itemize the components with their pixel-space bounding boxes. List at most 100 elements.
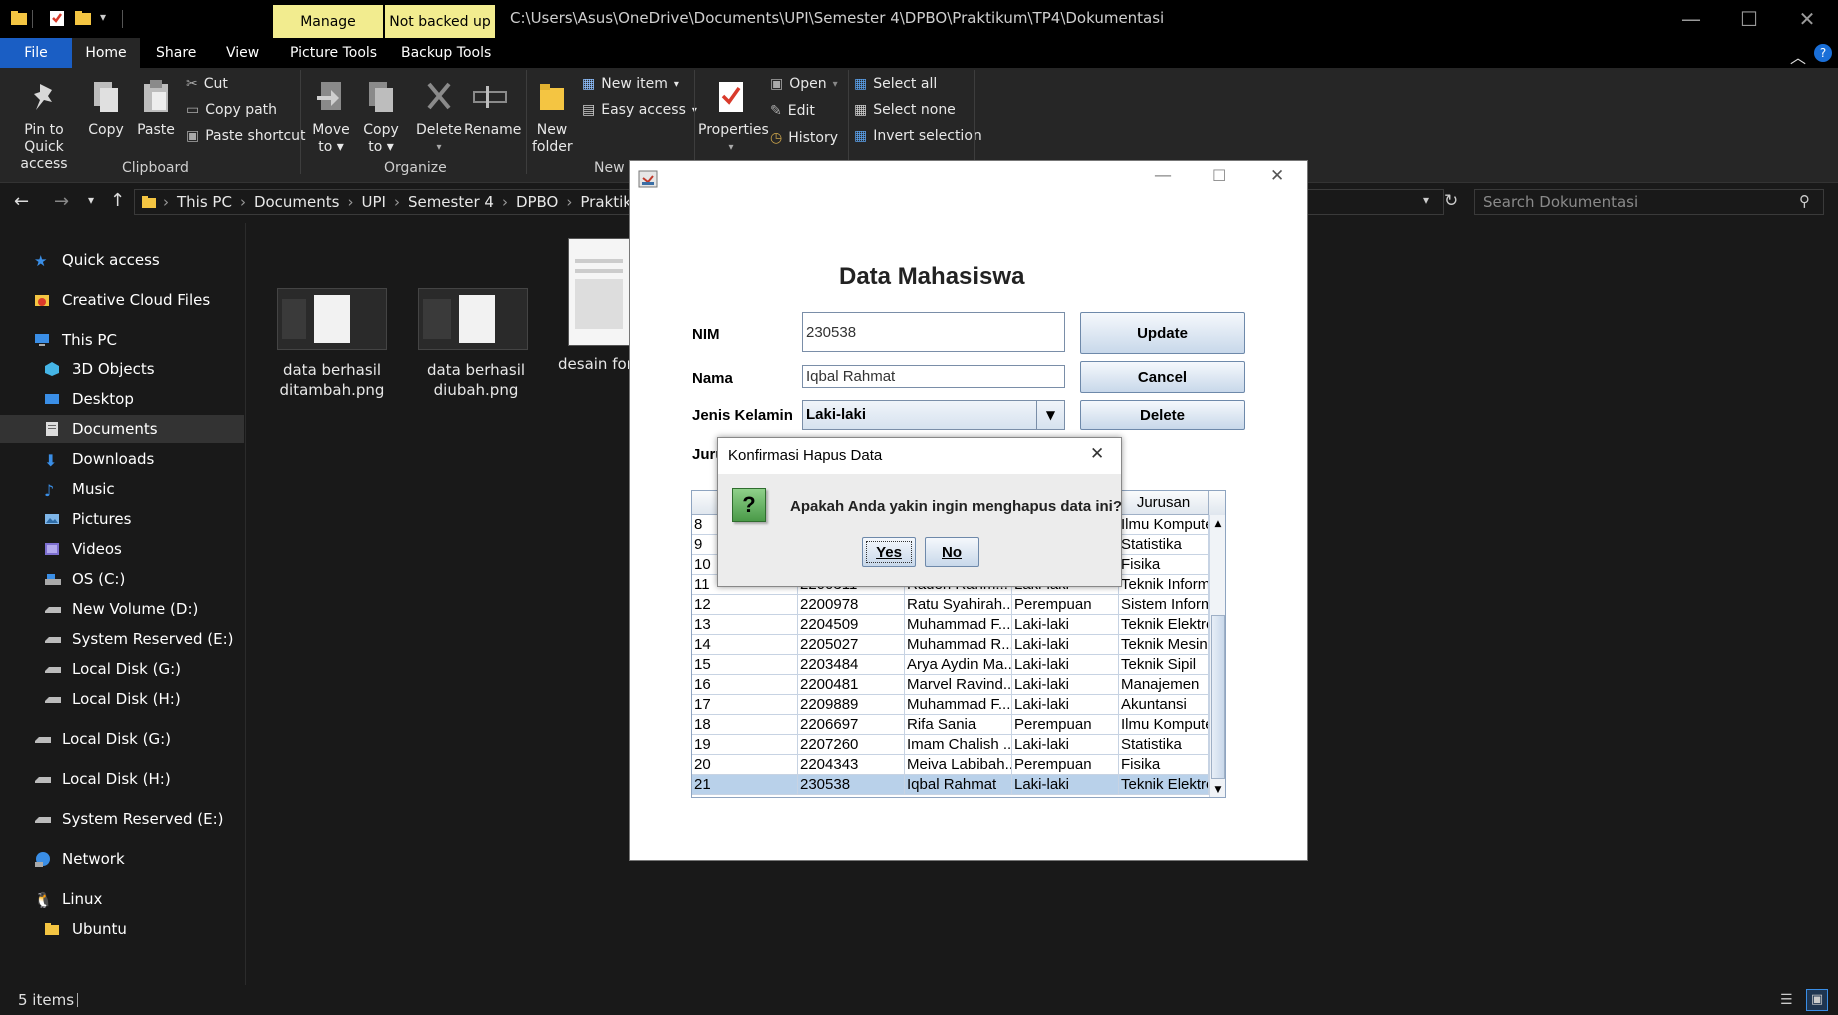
- context-tab-not-backed-up[interactable]: Not backed up: [385, 5, 495, 38]
- recent-locations-icon[interactable]: ▾: [88, 193, 94, 207]
- scroll-down-icon[interactable]: ▼: [1210, 781, 1225, 797]
- crumb-upi[interactable]: UPI: [361, 193, 385, 211]
- context-tab-manage[interactable]: Manage: [273, 5, 383, 38]
- cut-button[interactable]: ✂ Cut: [186, 76, 228, 92]
- table-header-jurusan[interactable]: Jurusan: [1119, 491, 1209, 515]
- tab-view[interactable]: View: [214, 38, 271, 68]
- update-button[interactable]: Update: [1080, 312, 1245, 354]
- table-row[interactable]: 17 2209889 Muhammad F... Laki-laki Akuntansi: [692, 695, 1225, 715]
- up-arrow-icon[interactable]: ↑: [110, 190, 125, 211]
- sidebar-item-linux[interactable]: 🐧 Linux: [0, 885, 244, 913]
- sidebar-item-ubuntu[interactable]: Ubuntu: [0, 915, 244, 943]
- tab-share[interactable]: Share: [144, 38, 208, 68]
- sidebar-item-network[interactable]: Network: [0, 845, 244, 873]
- file-item[interactable]: data berhasil diubah.png: [418, 288, 546, 400]
- sidebar-item-videos[interactable]: Videos: [0, 535, 244, 563]
- refresh-icon[interactable]: ↻: [1444, 191, 1458, 211]
- back-arrow-icon[interactable]: ←: [14, 191, 29, 212]
- sidebar-item-this-pc[interactable]: This PC: [0, 326, 244, 354]
- table-row[interactable]: 19 2207260 Imam Chalish ... Laki-laki Statis…: [692, 735, 1225, 755]
- table-row[interactable]: 18 2206697 Rifa Sania Perempuan Ilmu Kompute…: [692, 715, 1225, 735]
- crumb-semester-4[interactable]: Semester 4: [408, 193, 494, 211]
- crumb-documents[interactable]: Documents: [254, 193, 340, 211]
- sidebar-item-system-reserved-e-2[interactable]: System Reserved (E:): [0, 805, 244, 833]
- minimize-button[interactable]: —: [1662, 0, 1720, 38]
- large-icons-view-icon[interactable]: ▣: [1806, 989, 1828, 1011]
- close-icon[interactable]: ✕: [1090, 444, 1104, 464]
- jenis-kelamin-select[interactable]: Laki-laki ▼: [802, 400, 1065, 430]
- table-row[interactable]: 12 2200978 Ratu Syahirah... Perempuan Sistem…: [692, 595, 1225, 615]
- forward-arrow-icon[interactable]: →: [54, 191, 69, 212]
- table-scrollbar[interactable]: ▲ ▼: [1209, 515, 1225, 797]
- scroll-up-icon[interactable]: ▲: [1210, 515, 1225, 533]
- sidebar-item-local-disk-g[interactable]: Local Disk (G:): [0, 655, 244, 683]
- copy-button[interactable]: Copy: [86, 78, 126, 139]
- sidebar-item-pictures[interactable]: Pictures: [0, 505, 244, 533]
- sidebar-item-local-disk-h[interactable]: Local Disk (H:): [0, 685, 244, 713]
- sidebar-item-3d-objects[interactable]: 3D Objects: [0, 355, 244, 383]
- new-item-button[interactable]: ▦ New item ▾: [582, 76, 679, 92]
- crumb-this-pc[interactable]: This PC: [177, 193, 232, 211]
- table-row[interactable]: 20 2204343 Meiva Labibah... Perempuan Fisika: [692, 755, 1225, 775]
- move-to-button[interactable]: Move to ▾: [310, 78, 352, 156]
- easy-access-button[interactable]: ▤Easy access▾: [582, 102, 697, 118]
- pin-to-quick-access-button[interactable]: Pin to Quick access: [4, 78, 84, 173]
- copy-path-button[interactable]: ▭ Copy path: [186, 102, 277, 118]
- help-icon[interactable]: ?: [1814, 44, 1832, 62]
- paste-button[interactable]: Paste: [136, 78, 176, 139]
- sidebar-item-documents[interactable]: Documents: [0, 415, 244, 443]
- scroll-thumb[interactable]: [1211, 615, 1225, 779]
- minimize-button[interactable]: —: [1154, 165, 1172, 186]
- address-dropdown-icon[interactable]: ▾: [1423, 193, 1429, 207]
- invert-selection-button[interactable]: ▦ Invert selection: [854, 128, 982, 144]
- sidebar-item-os-c[interactable]: OS (C:): [0, 565, 244, 593]
- file-item[interactable]: data berhasil ditambah.png: [276, 288, 402, 400]
- sidebar-item-music[interactable]: ♪ Music: [0, 475, 244, 503]
- table-row[interactable]: 21 230538 Iqbal Rahmat Laki-laki Teknik Elek…: [692, 775, 1225, 795]
- sidebar-item-downloads[interactable]: ⬇ Downloads: [0, 445, 244, 473]
- table-row[interactable]: 14 2205027 Muhammad R... Laki-laki Teknik Me…: [692, 635, 1225, 655]
- select-all-button[interactable]: ▦ Select all: [854, 76, 937, 92]
- table-row[interactable]: 13 2204509 Muhammad F... Laki-laki Teknik El…: [692, 615, 1225, 635]
- search-input[interactable]: Search Dokumentasi ⚲: [1474, 189, 1824, 215]
- folder-icon[interactable]: [10, 9, 28, 27]
- rename-button[interactable]: Rename: [464, 78, 521, 139]
- delete-button[interactable]: Delete: [1080, 400, 1245, 430]
- maximize-button[interactable]: ☐: [1212, 166, 1226, 185]
- yes-button[interactable]: Yes: [862, 537, 916, 567]
- maximize-button[interactable]: ☐: [1720, 0, 1778, 38]
- close-button[interactable]: ✕: [1778, 0, 1836, 38]
- sidebar-item-system-reserved-e[interactable]: System Reserved (E:): [0, 625, 244, 653]
- sidebar-item-new-volume-d[interactable]: New Volume (D:): [0, 595, 244, 623]
- chevron-down-icon[interactable]: ▼: [1036, 401, 1064, 429]
- close-button[interactable]: ✕: [1270, 166, 1284, 186]
- tab-home[interactable]: Home: [72, 38, 140, 68]
- edit-button[interactable]: ✎ Edit: [770, 103, 815, 119]
- nama-field[interactable]: Iqbal Rahmat: [802, 365, 1065, 388]
- sidebar-item-creative-cloud[interactable]: Creative Cloud Files: [0, 286, 244, 314]
- new-folder-icon[interactable]: [74, 9, 92, 27]
- new-folder-button[interactable]: New folder: [532, 78, 573, 156]
- file-item[interactable]: desain for: [558, 238, 638, 374]
- table-row[interactable]: 16 2200481 Marvel Ravind... Laki-laki Manaje…: [692, 675, 1225, 695]
- delete-button[interactable]: Delete ▾: [416, 78, 462, 156]
- table-row[interactable]: 15 2203484 Arya Aydin Ma... Laki-laki Teknik…: [692, 655, 1225, 675]
- sidebar-item-local-disk-h-2[interactable]: Local Disk (H:): [0, 765, 244, 793]
- customize-quick-access-icon[interactable]: ▾: [100, 10, 106, 24]
- copy-to-button[interactable]: Copy to ▾: [360, 78, 402, 156]
- cancel-button[interactable]: Cancel: [1080, 361, 1245, 393]
- open-button[interactable]: ▣ Open ▾: [770, 76, 838, 92]
- collapse-ribbon-icon[interactable]: ︿: [1790, 44, 1806, 68]
- sidebar-item-desktop[interactable]: Desktop: [0, 385, 244, 413]
- properties-icon[interactable]: [48, 9, 66, 27]
- details-view-icon[interactable]: ☰: [1780, 992, 1793, 1008]
- paste-shortcut-button[interactable]: ▣ Paste shortcut: [186, 128, 306, 144]
- tab-file[interactable]: File: [0, 38, 72, 68]
- no-button[interactable]: No: [925, 537, 979, 567]
- tab-picture-tools[interactable]: Picture Tools: [278, 38, 389, 68]
- delete-dropdown-icon[interactable]: ▾: [416, 139, 462, 156]
- nim-field[interactable]: 230538: [802, 312, 1065, 352]
- properties-dropdown-icon[interactable]: ▾: [698, 139, 764, 156]
- sidebar-item-local-disk-g-2[interactable]: Local Disk (G:): [0, 725, 244, 753]
- select-none-button[interactable]: ▦ Select none: [854, 102, 956, 118]
